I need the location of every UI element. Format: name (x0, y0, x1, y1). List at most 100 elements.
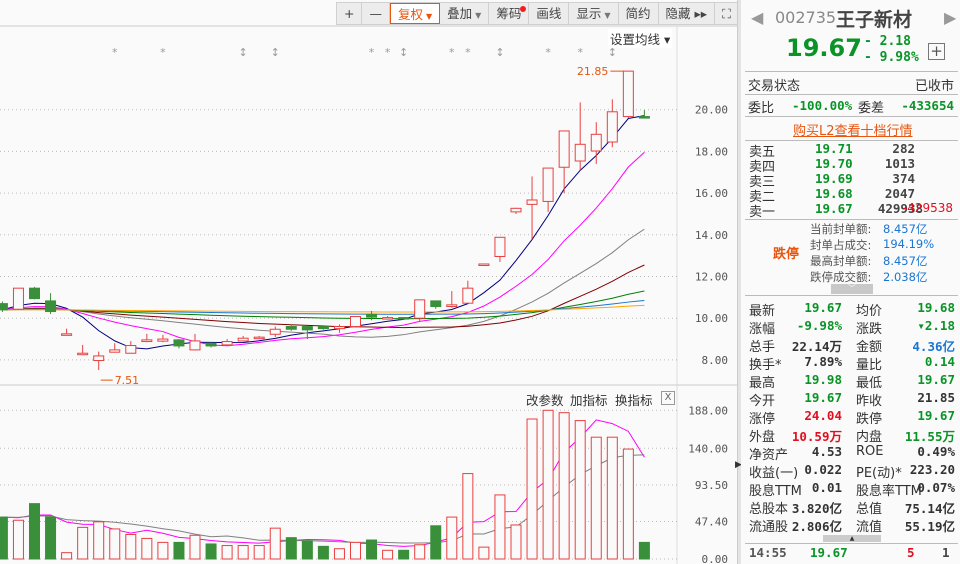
candle-body (109, 349, 121, 353)
toolbar-button-4[interactable]: 筹码 (489, 3, 530, 24)
volume-bar (333, 548, 345, 560)
volume-bar (558, 412, 570, 560)
volume-tick-label: 93.50 (695, 479, 728, 492)
ask-volume: 1013 (884, 156, 915, 171)
toolbar-button-9[interactable]: ⛶ (715, 3, 739, 24)
next-stock-icon[interactable]: ▶ (944, 8, 956, 27)
candle-body (590, 133, 602, 152)
stat-value: 2.806亿 (791, 519, 842, 534)
volume-bar (301, 540, 313, 560)
limit-info-value: 8.457亿 (883, 222, 928, 236)
candle-body (446, 304, 458, 308)
event-marker-icon[interactable]: * (112, 46, 118, 59)
event-marker-icon[interactable]: ↕ (399, 46, 408, 59)
ask-price: 19.67 (815, 201, 853, 216)
toolbar-button-1[interactable]: — (362, 3, 390, 24)
candle-body (285, 326, 297, 330)
stat-value: 0.022 (804, 462, 842, 477)
volume-bar (125, 533, 137, 560)
collapse-tab-chevron-icon[interactable]: ▲ (823, 535, 881, 542)
weibi-label: 委比 (748, 101, 775, 116)
candle-body (269, 328, 281, 335)
set-ma-button[interactable]: 设置均线 ▾ (608, 29, 673, 48)
toolbar-button-5[interactable]: 画线 (529, 3, 570, 24)
price-change: - 2.18 (864, 34, 911, 49)
event-marker-icon[interactable]: * (449, 46, 455, 59)
stat-value: 11.55万 (904, 429, 955, 444)
volume-bar (12, 519, 24, 560)
candle-body (526, 199, 538, 205)
tick-volume: 5 (907, 545, 915, 560)
stat-label: 均价 (856, 304, 883, 319)
price-tick-label: 12.00 (695, 271, 728, 284)
edit-params-button[interactable]: 改参数 (526, 390, 564, 409)
toolbar-button-7[interactable]: 简约 (619, 3, 659, 24)
toolbar-button-label: 复权 (397, 7, 423, 22)
kline-chart[interactable]: 20.00 18.00 16.00 14.00 12.00 10.00 8.00 188.00… (0, 0, 737, 564)
weicha-label: 委差 (858, 101, 885, 116)
volume-tick-label: 47.40 (695, 516, 728, 529)
stat-row: 最高 19.98 最低 19.67 (747, 372, 955, 391)
event-marker-icon[interactable]: * (369, 46, 375, 59)
candle-body (333, 326, 345, 330)
stat-label: 总股本 (749, 502, 789, 517)
volume-tick-label: 188.00 (688, 404, 728, 417)
stat-label: 昨收 (856, 394, 883, 409)
stat-label: 跌停 (856, 412, 883, 427)
volume-bar (510, 524, 522, 560)
expand-tab-chevron-icon[interactable]: ﹀ (831, 284, 873, 294)
event-marker-icon[interactable]: * (385, 46, 391, 59)
stat-value: 19.67 (804, 390, 842, 405)
toolbar-button-6[interactable]: 显示 ▼ (569, 3, 619, 24)
add-watchlist-button[interactable]: + (928, 43, 945, 60)
volume-bar (382, 549, 394, 560)
event-marker-icon[interactable]: ↕ (271, 46, 280, 59)
switch-indicator-button[interactable]: 换指标 (615, 390, 653, 409)
stat-label: 流值 (856, 520, 883, 535)
candle-body (558, 130, 570, 168)
event-marker-icon[interactable]: ↕ (239, 46, 248, 59)
candle-body (430, 300, 442, 308)
stat-row: 总股本 3.820亿 总值 75.14亿 (747, 498, 955, 517)
event-marker-icon[interactable]: * (465, 46, 471, 59)
volume-bar (269, 527, 281, 560)
prev-stock-icon[interactable]: ◀ (751, 8, 763, 27)
event-marker-icon[interactable]: * (545, 46, 551, 59)
toolbar-button-0[interactable]: + (337, 3, 363, 24)
volume-bar (462, 473, 474, 560)
candle-body (29, 287, 40, 300)
event-marker-icon[interactable]: * (160, 46, 166, 59)
volume-tick-label: 140.00 (688, 442, 728, 455)
volume-bar (157, 541, 169, 560)
toolbar-button-8[interactable]: 隐藏 ▸▸ (659, 3, 716, 24)
tick-time: 14:55 (749, 545, 787, 560)
toolbar-button-3[interactable]: 叠加 ▼ (440, 3, 490, 24)
stat-label: 总手 (749, 340, 776, 355)
close-indicator-button[interactable]: X (661, 391, 675, 405)
price-tick-label: 14.00 (695, 229, 728, 242)
stat-value: 24.04 (804, 408, 842, 423)
volume-bar (189, 534, 201, 560)
stat-row: 最新 19.67 均价 19.68 (747, 300, 955, 319)
add-indicator-button[interactable]: 加指标 (570, 390, 608, 409)
stat-label: 外盘 (749, 430, 776, 445)
volume-bar (45, 516, 57, 560)
price-tick-label: 20.00 (695, 104, 728, 117)
event-marker-icon[interactable]: ↕ (495, 46, 504, 59)
stat-row: 涨幅 -9.98% 涨跌 ▾2.18 (747, 318, 955, 337)
caret-down-icon: ▼ (426, 12, 433, 21)
ask-label: 卖一 (749, 205, 776, 220)
volume-bar (526, 418, 538, 560)
stat-value: 4.53 (811, 444, 842, 459)
stat-label: 最低 (856, 376, 883, 391)
volume-bar (478, 546, 490, 560)
trade-status: 已收市 (914, 79, 954, 94)
stat-value: 19.67 (804, 300, 842, 315)
event-marker-icon[interactable]: * (577, 46, 583, 59)
stat-value: 3.820亿 (791, 501, 842, 516)
toolbar-button-2[interactable]: 复权 ▼ (389, 3, 441, 24)
buy-l2-link[interactable]: 购买L2查看十档行情 (793, 120, 913, 139)
volume-bar (285, 537, 297, 560)
toolbar-button-label: + (344, 6, 355, 21)
volume-bar (430, 525, 442, 560)
